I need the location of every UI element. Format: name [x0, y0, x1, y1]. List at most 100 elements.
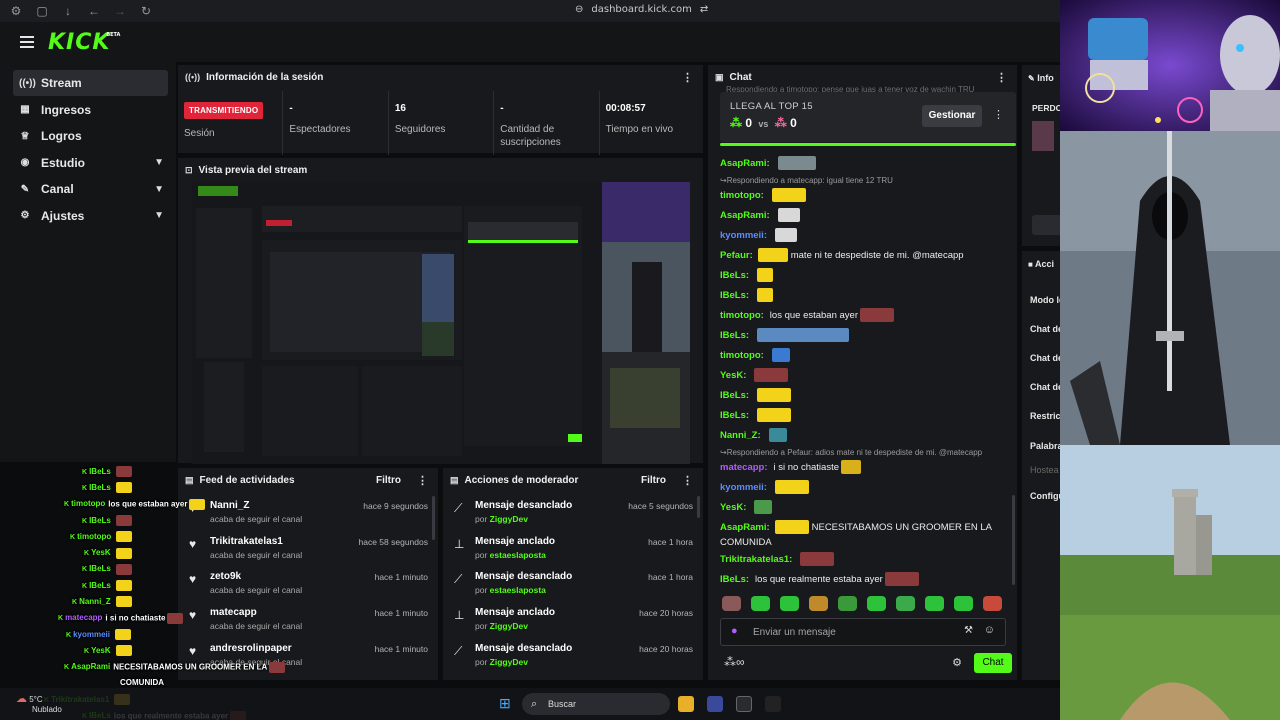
sidebar-item-ajustes[interactable]: ⚙ Ajustes ▼ [13, 203, 168, 229]
scrollbar[interactable] [1012, 495, 1015, 585]
chat-message[interactable]: AsapRami: NECESITABAMOS UN GROOMER EN LA [720, 517, 1014, 537]
chat-message-input[interactable] [753, 623, 953, 641]
action-row[interactable]: Modo le [1030, 295, 1060, 305]
chat-message[interactable]: IBeLs: [720, 385, 1014, 405]
chat-message[interactable]: IBeLs: [720, 285, 1014, 305]
info-button[interactable] [1032, 215, 1060, 235]
chat-message[interactable]: YesK: [720, 497, 1014, 517]
scrollbar[interactable] [697, 496, 700, 518]
kick-logo[interactable]: KICK BETA [48, 30, 120, 55]
emote-button[interactable] [983, 596, 1002, 611]
chat-message[interactable]: timotopo: [720, 185, 1014, 205]
emote-button[interactable] [751, 596, 770, 611]
scrollbar[interactable] [432, 496, 435, 540]
download-icon[interactable]: ↓ [62, 4, 74, 18]
epic-games-icon[interactable] [765, 696, 781, 712]
manage-button[interactable]: Gestionar [922, 105, 982, 127]
chat-username[interactable]: matecapp: [720, 462, 768, 473]
emote-button[interactable] [954, 596, 973, 611]
emoji-icon[interactable]: ☺ [984, 624, 995, 636]
sidebar-item-canal[interactable]: ✎ Canal ▼ [13, 176, 168, 202]
chat-message[interactable]: matecapp: i si no chatiaste [720, 457, 1014, 477]
reload-icon[interactable]: ↻ [140, 4, 152, 18]
chat-username[interactable]: IBeLs: [720, 390, 749, 401]
chat-username[interactable]: kyommeii: [720, 482, 767, 493]
sidebar-toggle-icon[interactable]: ▢ [36, 4, 48, 18]
browser-app-icon[interactable] [707, 696, 723, 712]
weather-widget[interactable]: ☁ 5°C Nublado [16, 692, 62, 714]
back-icon[interactable]: ← [88, 4, 100, 18]
filter-button[interactable]: Filtro [641, 475, 666, 486]
browser-menu-icon[interactable]: ⚙ [10, 4, 22, 18]
list-item[interactable]: ⊥ Mensaje anclado por ZiggyDev hace 20 h… [443, 599, 703, 635]
chat-message[interactable]: Nanni_Z: [720, 425, 1014, 445]
list-item[interactable]: ⊥ Mensaje anclado por estaeslaposta hace… [443, 528, 703, 564]
sidebar-item-logros[interactable]: ♕ Logros [13, 123, 168, 149]
more-options-icon[interactable]: ⋮ [682, 474, 693, 487]
filter-button[interactable]: Filtro [376, 475, 401, 486]
commands-icon[interactable]: ⚒ [964, 625, 973, 636]
chat-message[interactable]: IBeLs: [720, 265, 1014, 285]
list-item[interactable]: ⟋ Mensaje desanclado por ZiggyDev hace 5… [443, 492, 703, 528]
more-options-icon[interactable]: ⋮ [996, 71, 1007, 84]
chat-message[interactable]: AsapRami: [720, 205, 1014, 225]
list-item[interactable]: ♥ Trikitrakatelas1 acaba de seguir el ca… [178, 528, 438, 564]
chat-message[interactable]: Pefaur: mate ni te despediste de mi. @mat… [720, 245, 1014, 265]
chat-username[interactable]: AsapRami: [720, 522, 770, 533]
chat-username[interactable]: YesK: [720, 370, 746, 381]
obs-icon[interactable] [736, 696, 752, 712]
chat-message[interactable]: Trikitrakatelas1: [720, 549, 1014, 569]
chat-username[interactable]: timotopo: [720, 190, 764, 201]
file-explorer-icon[interactable] [678, 696, 694, 712]
chat-username[interactable]: AsapRami: [720, 158, 770, 169]
chat-username[interactable]: YesK: [720, 502, 746, 513]
chat-message[interactable]: AsapRami: [720, 153, 1014, 173]
chat-username[interactable]: kyommeii: [720, 230, 767, 241]
list-item[interactable]: ♥ zeto9k acaba de seguir el canal hace 1… [178, 563, 438, 599]
more-options-icon[interactable]: ⋮ [417, 474, 428, 487]
emote-button[interactable] [838, 596, 857, 611]
action-row[interactable]: Configu [1030, 491, 1060, 501]
chat-message[interactable]: timotopo: los que estaban ayer [720, 305, 1014, 325]
chat-username[interactable]: timotopo: [720, 310, 764, 321]
tune-icon[interactable]: ⇄ [700, 4, 708, 15]
sidebar-item-stream[interactable]: ((•)) Stream [13, 70, 168, 96]
chat-message[interactable]: YesK: [720, 365, 1014, 385]
chat-message[interactable]: IBeLs: [720, 325, 1014, 345]
chat-message[interactable]: timotopo: [720, 345, 1014, 365]
address-bar[interactable]: ⊖ dashboard.kick.com ⇄ [575, 4, 708, 15]
send-chat-button[interactable]: Chat [974, 653, 1012, 673]
hamburger-menu-icon[interactable] [20, 36, 34, 48]
gear-icon[interactable]: ⚙ [952, 656, 962, 669]
action-row[interactable]: Restric [1030, 411, 1060, 421]
chat-message[interactable]: IBeLs: los que realmente estaba ayer [720, 569, 1014, 589]
chat-message[interactable]: kyommeii: [720, 477, 1014, 497]
emote-button[interactable] [780, 596, 799, 611]
forward-icon[interactable]: → [114, 4, 126, 18]
list-item[interactable]: ♥ Nanni_Z acaba de seguir el canal hace … [178, 492, 438, 528]
list-item[interactable]: ⟋ Mensaje desanclado por ZiggyDev hace 2… [443, 635, 703, 671]
more-options-icon[interactable]: ⋮ [682, 71, 693, 84]
chat-username[interactable]: IBeLs: [720, 574, 749, 585]
more-options-icon[interactable]: ⋮ [993, 108, 1004, 121]
taskbar-search[interactable]: ⌕ Buscar [522, 693, 670, 715]
chat-input-box[interactable]: ● ⚒ ☺ [720, 618, 1006, 646]
action-row[interactable]: Chat de [1030, 353, 1060, 363]
microphone-icon[interactable]: ● [731, 625, 738, 637]
chat-message[interactable]: kyommeii: [720, 225, 1014, 245]
chat-username[interactable]: Pefaur: [720, 250, 753, 261]
emote-button[interactable] [925, 596, 944, 611]
emote-button[interactable] [722, 596, 741, 611]
chat-username[interactable]: AsapRami: [720, 210, 770, 221]
action-row[interactable]: Chat de [1030, 324, 1060, 334]
action-row[interactable]: Chat de [1030, 382, 1060, 392]
chat-username[interactable]: IBeLs: [720, 270, 749, 281]
chat-username[interactable]: Trikitrakatelas1: [720, 554, 792, 565]
action-row[interactable]: Palabra [1030, 441, 1060, 451]
chat-username[interactable]: timotopo: [720, 350, 764, 361]
sidebar-item-ingresos[interactable]: ▦ Ingresos [13, 97, 168, 123]
emote-button[interactable] [896, 596, 915, 611]
points-icon[interactable]: ⁂∞ [724, 655, 745, 669]
emote-button[interactable] [867, 596, 886, 611]
chat-message[interactable]: IBeLs: [720, 405, 1014, 425]
